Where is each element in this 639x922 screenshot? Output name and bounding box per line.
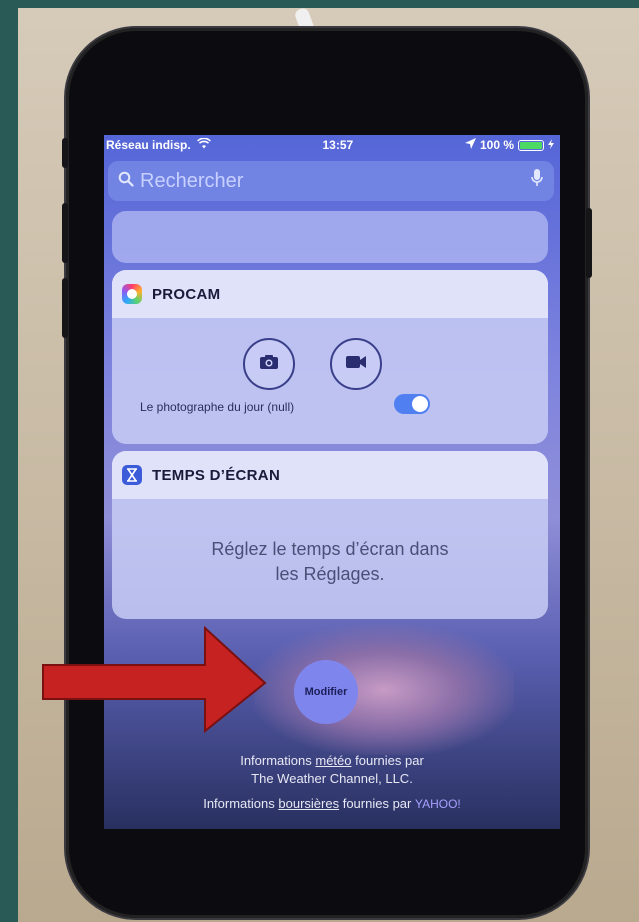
search-input[interactable]: Rechercher [140,170,530,193]
modifier-button[interactable]: Modifier [294,660,358,724]
procam-app-icon [122,284,142,304]
weather-suffix: fournies par [355,753,424,768]
volume-down-button [62,278,68,338]
screen-time-message-line2: les Réglages. [275,564,385,584]
screen-time-widget: TEMPS D’ÉCRAN Réglez le temps d’écran da… [112,451,548,619]
power-button [586,208,592,278]
photo-camera-button[interactable] [243,338,295,390]
stocks-prefix: Informations [203,796,275,811]
procam-title: PROCAM [152,285,221,303]
screen-time-header[interactable]: TEMPS D’ÉCRAN [112,451,548,499]
weather-link[interactable]: météo [315,753,351,768]
clock: 13:57 [322,138,354,152]
stocks-suffix: fournies par [342,796,412,811]
stocks-link[interactable]: boursières [278,796,339,811]
carrier-label: Réseau indisp. [106,138,191,152]
battery-icon [518,139,544,151]
weather-prefix: Informations [240,753,312,768]
charging-bolt-icon [548,138,554,152]
photographer-toggle[interactable] [394,394,430,414]
video-camera-icon [345,355,367,374]
volume-up-button [62,203,68,263]
procam-header[interactable]: PROCAM [112,270,548,318]
screen-time-title: TEMPS D’ÉCRAN [152,466,281,484]
video-camera-button[interactable] [330,338,382,390]
stocks-attribution: Informations boursières fournies par YAH… [104,796,560,811]
microphone-icon[interactable] [530,168,544,194]
annotation-arrow-icon [42,625,267,734]
status-bar: Réseau indisp. 13:57 100 % [104,135,560,155]
screen-time-message: Réglez le temps d’écran dans les Réglage… [112,537,548,587]
screen-time-message-line1: Réglez le temps d’écran dans [211,539,449,559]
weather-attribution: Informations météo fournies par [104,753,560,768]
search-icon [118,170,134,193]
location-icon [464,138,476,152]
mute-switch [62,138,68,168]
weather-provider: The Weather Channel, LLC. [251,771,413,786]
battery-percentage: 100 % [479,138,514,152]
toggle-knob [412,396,428,412]
photographer-of-day-label: Le photographe du jour (null) [140,400,295,414]
search-bar[interactable]: Rechercher [108,161,554,201]
widget-partial-top [112,211,548,263]
wifi-icon [196,137,211,152]
procam-widget: PROCAM Le photographe du jour (null) [112,270,548,444]
yahoo-logo: YAHOO! [414,797,461,811]
wallpaper-cloud [254,625,514,755]
hourglass-icon [122,465,142,485]
camera-icon [259,354,279,375]
